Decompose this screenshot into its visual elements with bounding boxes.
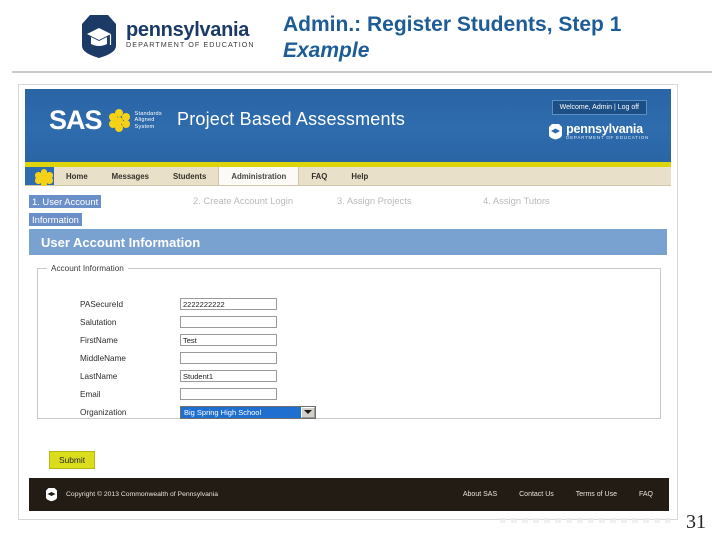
footer-link-about-sas[interactable]: About SAS <box>463 491 497 498</box>
form-row-salutation: Salutation <box>80 313 316 331</box>
nav-item-messages[interactable]: Messages <box>100 167 161 185</box>
sas-tagline-line3: System <box>134 123 155 130</box>
sas-acronym: SAS <box>49 105 103 135</box>
fieldset-legend: Account Information <box>47 264 128 273</box>
select-organization-value: Big Spring High School <box>184 407 262 417</box>
nav-item-students[interactable]: Students <box>161 167 218 185</box>
input-firstname[interactable]: Test <box>180 334 277 346</box>
page-title: Admin.: Register Students, Step 1 Exampl… <box>283 12 703 64</box>
wizard-step-1[interactable]: 1. User Account Information <box>29 192 111 228</box>
pde-logo-subtitle: DEPARTMENT OF EDUCATION <box>126 40 255 50</box>
input-email[interactable] <box>180 388 277 400</box>
label-pasecureid: PASecureId <box>80 299 124 309</box>
keystone-graduation-cap-icon <box>78 13 120 59</box>
footer-keystone-icon <box>45 487 58 502</box>
main-navigation: Home Messages Students Administration FA… <box>25 167 671 187</box>
form-row-middlename: MiddleName <box>80 349 316 367</box>
nav-home-flower-icon[interactable] <box>25 167 54 187</box>
select-organization[interactable]: Big Spring High School <box>180 405 316 419</box>
sas-tagline-line1: Standards <box>134 110 162 117</box>
pde-wordmark: pennsylvania DEPARTMENT OF EDUCATION <box>126 20 255 51</box>
panel-heading: User Account Information <box>29 229 667 255</box>
banner-keystone-icon <box>548 123 563 140</box>
pde-logo: pennsylvania DEPARTMENT OF EDUCATION <box>78 10 273 62</box>
nav-flower-glyph <box>35 169 53 187</box>
form-row-firstname: FirstName Test <box>80 331 316 349</box>
footer-link-contact-us[interactable]: Contact Us <box>519 491 554 498</box>
wizard-step-4[interactable]: 4. Assign Tutors <box>483 195 550 206</box>
form-row-organization: Organization Big Spring High School <box>80 403 316 421</box>
input-pasecureid[interactable]: 2222222222 <box>180 298 277 310</box>
account-information-fieldset: Account Information PASecureId 222222222… <box>37 264 661 421</box>
banner-pde-logo: pennsylvania DEPARTMENT OF EDUCATION <box>548 123 649 140</box>
input-salutation[interactable] <box>180 316 277 328</box>
embedded-screenshot: SAS Standards Aligned System Project Bas… <box>18 84 678 520</box>
page-title-line1: Admin.: Register Students, Step 1 <box>283 13 622 36</box>
sas-tagline: Standards Aligned System <box>135 111 162 131</box>
label-organization: Organization <box>80 407 127 417</box>
footer-copyright: Copyright © 2013 Commonwealth of Pennsyl… <box>66 491 218 498</box>
app-title: Project Based Assessments <box>177 109 406 129</box>
form-row-email: Email <box>80 385 316 403</box>
wizard-step-2[interactable]: 2. Create Account Login <box>193 195 293 206</box>
label-salutation: Salutation <box>80 317 117 327</box>
scan-artifact <box>500 518 670 523</box>
page-title-line2: Example <box>283 39 370 62</box>
app-footer: Copyright © 2013 Commonwealth of Pennsyl… <box>29 478 669 511</box>
label-lastname: LastName <box>80 371 118 381</box>
nav-item-help[interactable]: Help <box>339 167 380 185</box>
slide-canvas: pennsylvania DEPARTMENT OF EDUCATION Adm… <box>0 0 720 540</box>
banner-pde-subtitle: DEPARTMENT OF EDUCATION <box>566 135 649 140</box>
sas-flower-icon <box>108 109 131 132</box>
footer-link-faq[interactable]: FAQ <box>639 491 653 498</box>
banner-pde-name: pennsylvania <box>566 122 643 136</box>
submit-button[interactable]: Submit <box>49 451 96 469</box>
nav-item-home[interactable]: Home <box>54 167 100 185</box>
header-divider <box>12 71 712 73</box>
footer-link-list: About SAS Contact Us Terms of Use FAQ <box>463 491 653 498</box>
pde-logo-name: pennsylvania <box>126 19 250 42</box>
label-email: Email <box>80 389 101 399</box>
footer-link-terms-of-use[interactable]: Terms of Use <box>576 491 617 498</box>
app-banner: SAS Standards Aligned System Project Bas… <box>25 89 671 162</box>
form-row-lastname: LastName Student1 <box>80 367 316 385</box>
form-row-pasecureid: PASecureId 2222222222 <box>80 295 316 313</box>
nav-item-administration[interactable]: Administration <box>218 167 300 185</box>
sas-tagline-line2: Aligned <box>134 117 155 124</box>
input-middlename[interactable] <box>180 352 277 364</box>
wizard-step-3[interactable]: 3. Assign Projects <box>337 195 412 206</box>
label-middlename: MiddleName <box>80 353 126 363</box>
chevron-down-icon[interactable] <box>301 406 315 418</box>
nav-item-faq[interactable]: FAQ <box>299 167 339 185</box>
slide-page-number: 31 <box>686 511 706 533</box>
nav-item-list: Home Messages Students Administration FA… <box>54 167 380 185</box>
welcome-user-logoff[interactable]: Welcome, Admin | Log off <box>551 100 647 115</box>
wizard-step-1-label: 1. User Account Information <box>29 195 102 226</box>
banner-pde-wordmark: pennsylvania DEPARTMENT OF EDUCATION <box>566 123 649 140</box>
input-lastname[interactable]: Student1 <box>180 370 277 382</box>
label-firstname: FirstName <box>80 335 118 345</box>
step-wizard: 1. User Account Information 2. Create Ac… <box>25 186 671 226</box>
slide-header: pennsylvania DEPARTMENT OF EDUCATION Adm… <box>0 0 720 76</box>
form-field-list: PASecureId 2222222222 Salutation FirstNa… <box>80 295 316 421</box>
sas-logo[interactable]: SAS Standards Aligned System <box>49 107 162 134</box>
